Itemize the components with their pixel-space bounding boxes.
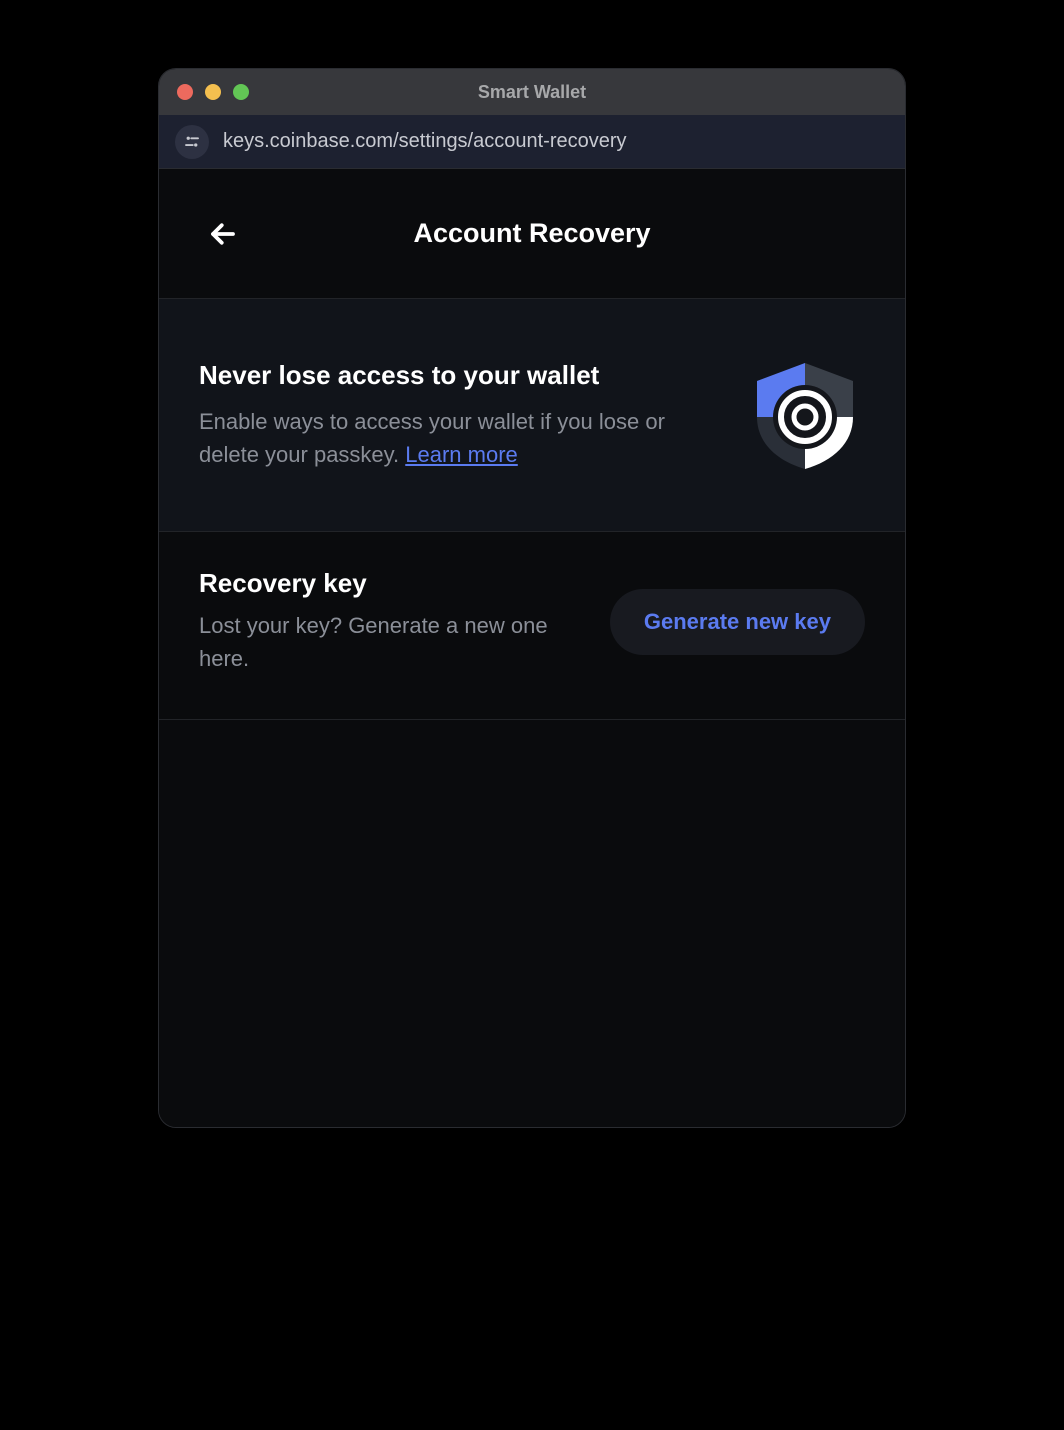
arrow-left-icon [208,219,238,249]
back-button[interactable] [203,214,243,254]
close-window-button[interactable] [177,84,193,100]
site-settings-icon[interactable] [175,125,209,159]
shield-icon [745,355,865,475]
page-content: Account Recovery Never lose access to yo… [159,169,905,1127]
page-title: Account Recovery [159,218,905,249]
learn-more-link[interactable]: Learn more [405,442,518,467]
minimize-window-button[interactable] [205,84,221,100]
info-card: Never lose access to your wallet Enable … [159,299,905,532]
window-title: Smart Wallet [159,82,905,103]
generate-new-key-button[interactable]: Generate new key [610,589,865,655]
recovery-text: Recovery key Lost your key? Generate a n… [199,568,590,675]
url-text: keys.coinbase.com/settings/account-recov… [223,130,627,153]
info-text: Never lose access to your wallet Enable … [199,360,721,471]
info-body: Enable ways to access your wallet if you… [199,405,721,471]
recovery-key-card: Recovery key Lost your key? Generate a n… [159,532,905,720]
address-bar[interactable]: keys.coinbase.com/settings/account-recov… [159,115,905,169]
recovery-body: Lost your key? Generate a new one here. [199,609,590,675]
page-header: Account Recovery [159,169,905,299]
titlebar: Smart Wallet [159,69,905,115]
app-window: Smart Wallet keys.coinbase.com/settings/… [158,68,906,1128]
maximize-window-button[interactable] [233,84,249,100]
window-controls [159,84,249,100]
info-heading: Never lose access to your wallet [199,360,721,391]
recovery-heading: Recovery key [199,568,590,599]
